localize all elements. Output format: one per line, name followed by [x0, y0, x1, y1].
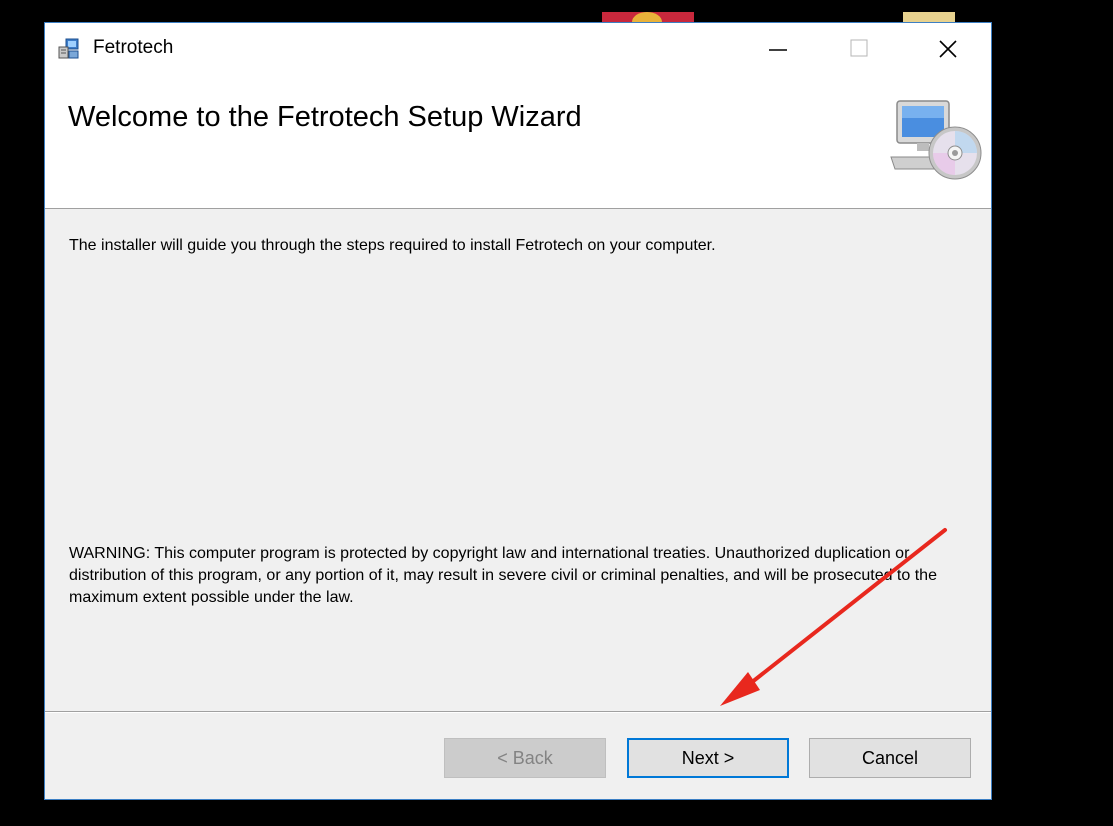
next-button[interactable]: Next > [627, 738, 789, 778]
copyright-warning: WARNING: This computer program is protec… [69, 545, 937, 606]
minimize-icon[interactable] [755, 23, 801, 75]
wizard-header: Welcome to the Fetrotech Setup Wizard [45, 75, 991, 209]
computer-cd-icon [890, 100, 982, 180]
maximize-icon[interactable] [835, 23, 881, 75]
installer-app-icon [58, 38, 79, 59]
title-bar[interactable]: Fetrotech [45, 23, 991, 75]
back-button[interactable]: < Back [444, 738, 606, 778]
footer-separator [45, 711, 991, 713]
window-title: Fetrotech [93, 37, 174, 58]
cancel-button[interactable]: Cancel [809, 738, 971, 778]
close-icon[interactable] [925, 23, 971, 75]
setup-wizard-window: Fetrotech Welcome to the Fetrotech Setup… [44, 22, 992, 800]
intro-text: The installer will guide you through the… [69, 237, 716, 254]
page-title: Welcome to the Fetrotech Setup Wizard [68, 101, 582, 133]
